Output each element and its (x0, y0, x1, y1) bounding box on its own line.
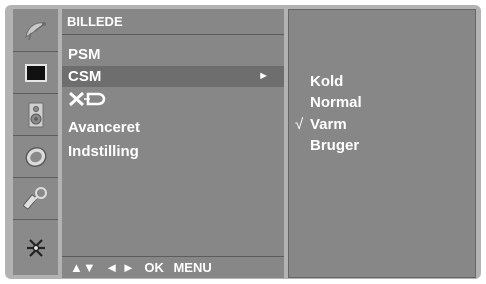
submenu-arrow-icon: ► (258, 70, 269, 82)
rail-slot-picture[interactable] (13, 51, 58, 93)
menu-item-label: PSM (68, 46, 101, 63)
speaker-icon (28, 102, 43, 127)
menu-item-label: Avanceret (68, 119, 140, 136)
option-label: Normal (310, 94, 362, 111)
rail-slot-sound[interactable] (13, 93, 58, 135)
clock-icon (24, 146, 47, 167)
csm-option-normal[interactable]: Normal (289, 92, 475, 113)
menu-item-psm[interactable]: PSM (62, 44, 284, 65)
option-label: Bruger (310, 137, 360, 154)
menu-item-avanceret[interactable]: Avanceret (62, 117, 284, 138)
picture-screen-icon (24, 63, 47, 82)
option-label: Varm (310, 116, 347, 133)
csm-option-bruger[interactable]: Bruger (289, 135, 475, 156)
menu-item-csm[interactable]: CSM ► (62, 66, 284, 87)
navigation-hint-bar: ▲▼ ◄ ► OK MENU (62, 256, 284, 278)
csm-option-kold[interactable]: Kold (289, 71, 475, 92)
rail-slot-setup[interactable] (13, 9, 58, 51)
option-label: Kold (310, 73, 344, 90)
category-rail (13, 9, 58, 275)
settings-connector-icon (26, 238, 45, 257)
left-right-arrows-icon: ◄ ► (105, 260, 135, 275)
menu-item-label: CSM (68, 68, 102, 85)
rail-slot-time[interactable] (13, 135, 58, 177)
csm-option-varm[interactable]: √ Varm (289, 114, 475, 135)
menu-item-label: Indstilling (68, 143, 139, 160)
menu-title: BILLEDE (62, 9, 284, 35)
menu-item-xd[interactable] (62, 88, 284, 109)
satellite-dish-icon (24, 22, 46, 41)
xd-logo-icon (69, 92, 106, 106)
rail-slot-option[interactable] (13, 219, 58, 275)
up-down-arrows-icon: ▲▼ (70, 260, 96, 275)
rail-slot-lock[interactable] (13, 177, 58, 219)
ok-hint: OK (144, 260, 164, 275)
picture-menu-panel: BILLEDE PSM CSM ► Avanceret Indstilling … (62, 9, 284, 278)
menu-hint: MENU (173, 260, 212, 275)
checkmark-icon: √ (295, 116, 304, 133)
menu-item-indstilling[interactable]: Indstilling (62, 141, 284, 162)
key-lock-icon (22, 186, 47, 209)
csm-submenu: Kold Normal √ Varm Bruger (288, 9, 476, 278)
